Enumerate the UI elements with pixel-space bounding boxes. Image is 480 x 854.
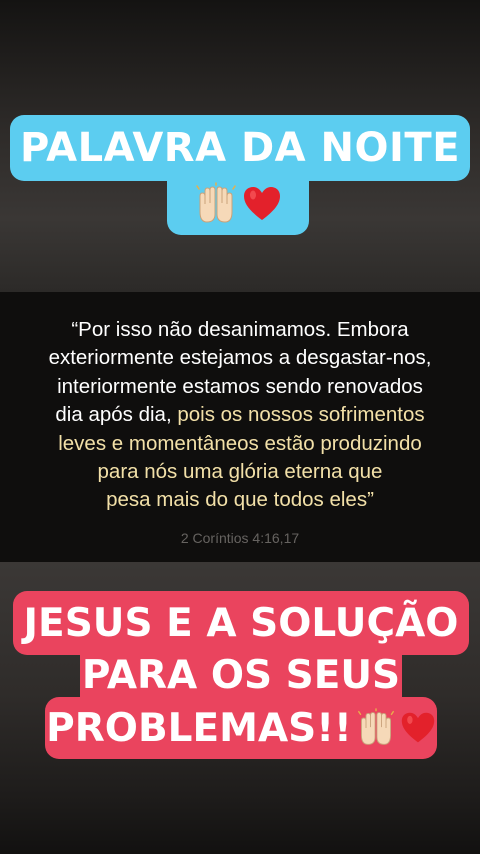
verse-line: exteriormente estejamos a desgastar-nos, xyxy=(48,346,432,370)
raised-hands-icon xyxy=(196,181,236,223)
verse-line: “Por isso não desanimamos. Embora xyxy=(71,318,409,341)
top-banner-icons xyxy=(167,176,309,231)
verse-line-highlight: pesa mais do que todos eles” xyxy=(106,488,374,512)
verse-line-highlight: leves e momentâneos estão produzindo xyxy=(58,431,422,455)
verse-plain-segment: dia após dia, xyxy=(55,403,178,427)
verse-line: interiormente estamos sendo renovados xyxy=(57,374,423,398)
bottom-banner-line: PARA OS SEUS xyxy=(81,652,401,698)
heart-icon xyxy=(244,186,280,220)
verse-text: “Por isso não desanimamos. Embora exteri… xyxy=(10,316,470,515)
bottom-banner-line-with-icons: PROBLEMAS!! xyxy=(45,697,437,759)
verse-line: dia após dia, pois os nossos sofrimentos xyxy=(10,401,470,429)
top-banner-title: PALAVRA DA NOITE xyxy=(19,125,461,171)
raised-hands-icon xyxy=(357,708,394,745)
verse-line-highlight: para nós uma glória eterna que xyxy=(97,460,383,484)
verse-reference: 2 Coríntios 4:16,17 xyxy=(180,530,300,546)
heart-icon xyxy=(401,712,435,743)
bottom-banner-line: PROBLEMAS!! xyxy=(46,705,352,751)
verse-highlight-segment: pois os nossos sofrimentos xyxy=(177,403,425,427)
